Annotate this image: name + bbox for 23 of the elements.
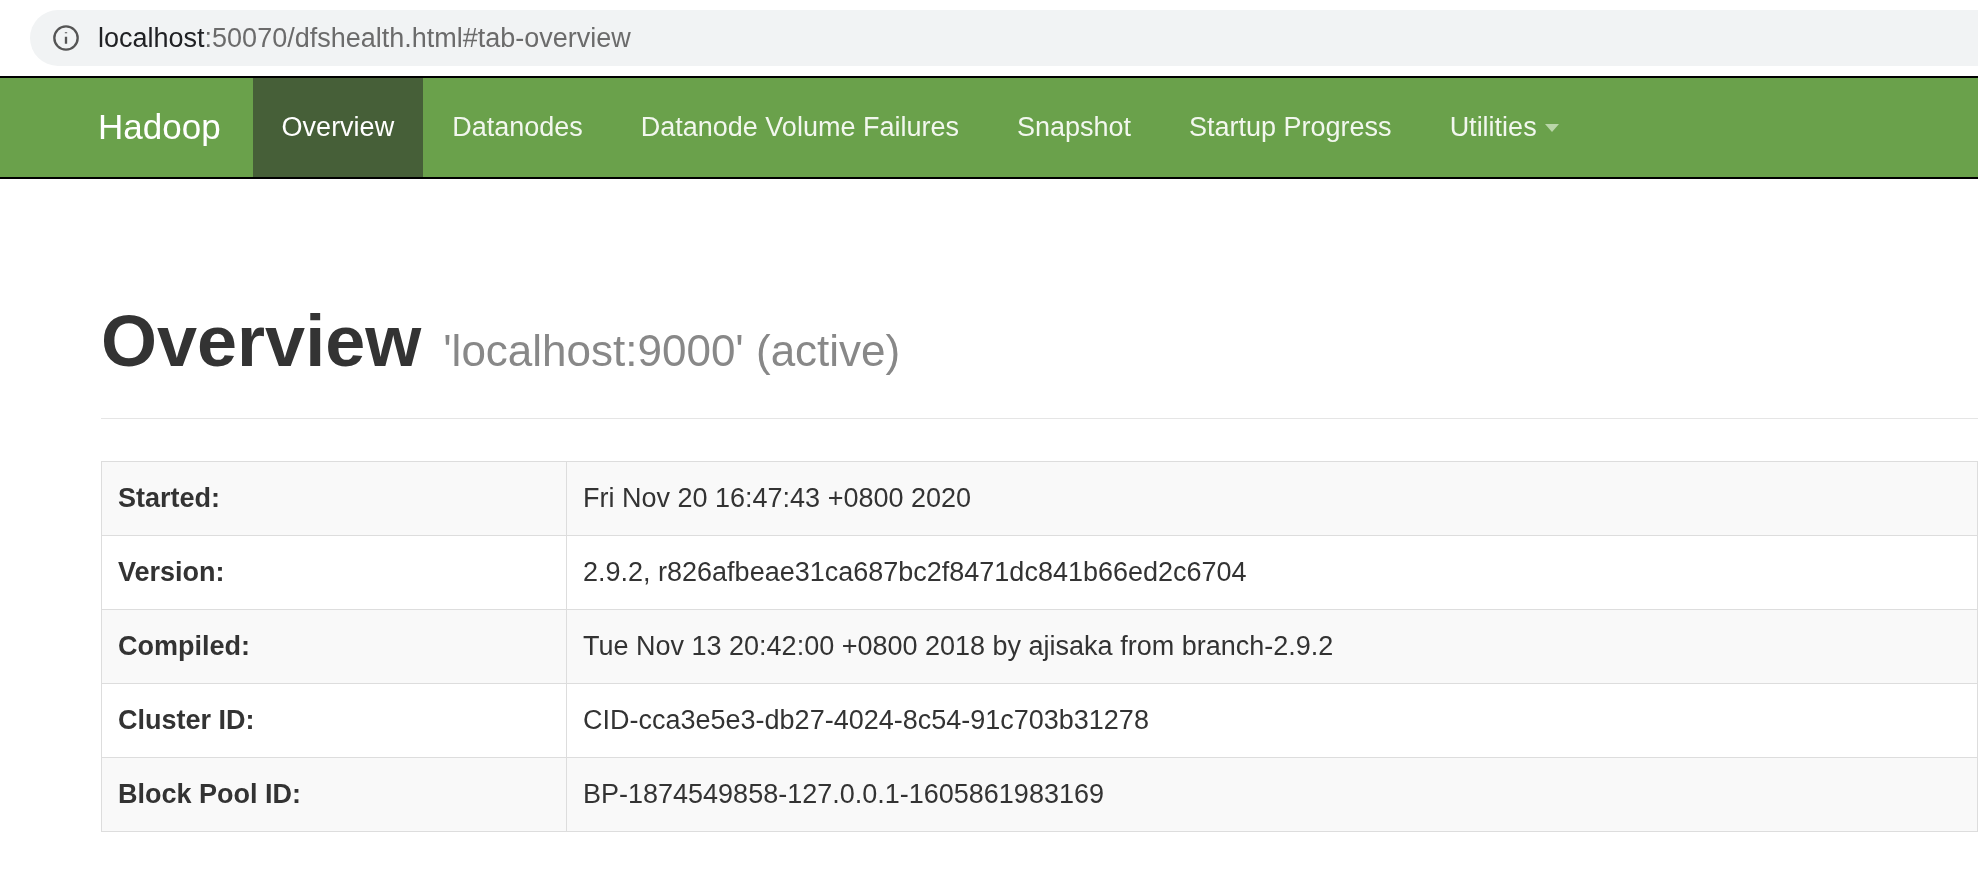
brand-text[interactable]: Hadoop bbox=[98, 78, 253, 177]
info-icon bbox=[52, 24, 80, 52]
row-value: CID-cca3e5e3-db27-4024-8c54-91c703b31278 bbox=[566, 683, 1978, 758]
nav-tab[interactable]: Utilities bbox=[1420, 78, 1588, 177]
row-label: Cluster ID: bbox=[101, 683, 567, 758]
caret-icon bbox=[1544, 123, 1559, 132]
row-label: Compiled: bbox=[101, 609, 567, 684]
url-text: localhost:50070/dfshealth.html#tab-overview bbox=[98, 21, 631, 55]
row-value: BP-1874549858-127.0.0.1-1605861983169 bbox=[566, 757, 1978, 832]
row-value: Tue Nov 13 20:42:00 +0800 2018 by ajisaka from branch-2.9.2 bbox=[566, 609, 1978, 684]
nav-tab[interactable]: Overview bbox=[252, 78, 424, 177]
row-label: Started: bbox=[101, 461, 567, 536]
nav-tab[interactable]: Snapshot bbox=[987, 78, 1161, 177]
nav-tab[interactable]: Startup Progress bbox=[1160, 78, 1421, 177]
address-bar[interactable]: localhost:50070/dfshealth.html#tab-overview bbox=[30, 10, 1978, 66]
nav-tab[interactable]: Datanodes bbox=[423, 78, 612, 177]
nav-tab[interactable]: Datanode Volume Failures bbox=[611, 78, 988, 177]
page-title: Overview bbox=[101, 305, 422, 377]
row-value: Fri Nov 20 16:47:43 +0800 2020 bbox=[566, 461, 1978, 536]
row-label: Version: bbox=[101, 535, 567, 610]
row-value: 2.9.2, r826afbeae31ca687bc2f8471dc841b66ed2c6704 bbox=[566, 535, 1978, 610]
row-label: Block Pool ID: bbox=[101, 757, 567, 832]
page-subtitle: 'localhost:9000' (active) bbox=[443, 325, 901, 377]
